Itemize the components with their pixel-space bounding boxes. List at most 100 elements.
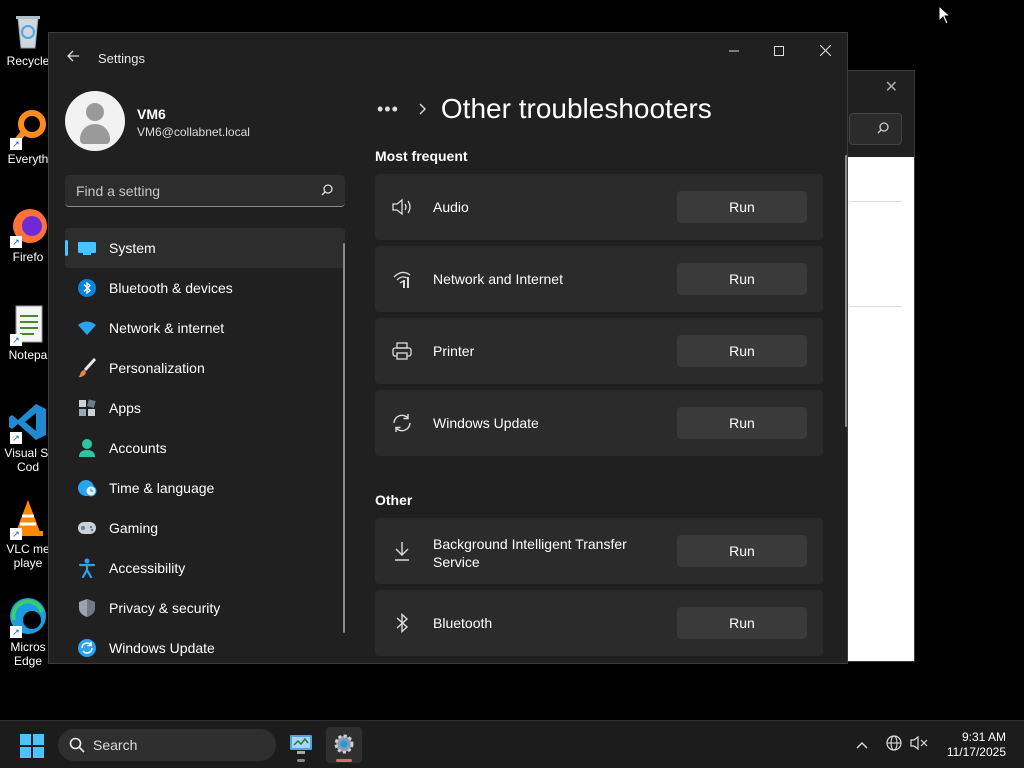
chevron-up-icon (856, 742, 868, 749)
sidebar-item-apps[interactable]: Apps (65, 388, 345, 428)
windows-update-icon (75, 638, 99, 658)
network-icon (391, 268, 413, 290)
close-icon[interactable]: ✕ (885, 77, 898, 97)
back-button[interactable] (63, 49, 83, 69)
run-windows-update-button[interactable]: Run (677, 407, 807, 439)
avatar-body-shape (80, 124, 110, 144)
shortcut-arrow-icon: ↗ (10, 626, 22, 638)
everything-search-icon: ↗ (8, 108, 48, 150)
sidebar-item-network[interactable]: Network & internet (65, 308, 345, 348)
volume-tray-button[interactable] (910, 735, 928, 753)
maximize-icon (774, 46, 784, 56)
main-content: ••• Other troubleshooters Most frequent … (375, 83, 835, 663)
taskbar-search[interactable]: Search (58, 729, 276, 761)
download-icon (391, 540, 413, 562)
sidebar-item-label: Windows Update (109, 640, 215, 656)
run-audio-button[interactable]: Run (677, 191, 807, 223)
mouse-cursor-icon (938, 5, 952, 25)
gamepad-icon (75, 518, 99, 538)
taskbar-app-settings[interactable] (326, 727, 362, 763)
sync-icon (391, 412, 413, 434)
sidebar-item-system[interactable]: System (65, 228, 345, 268)
volume-muted-icon (910, 735, 928, 751)
control-panel-icon (290, 735, 312, 754)
shortcut-arrow-icon: ↗ (10, 236, 22, 248)
sidebar-item-label: Bluetooth & devices (109, 280, 233, 296)
network-tray-button[interactable] (885, 735, 903, 753)
run-bluetooth-button[interactable]: Run (677, 607, 807, 639)
sidebar-item-accounts[interactable]: Accounts (65, 428, 345, 468)
sidebar-item-gaming[interactable]: Gaming (65, 508, 345, 548)
vscode-icon: ↗ (8, 402, 48, 444)
find-setting-search[interactable] (65, 175, 345, 207)
sidebar-item-accessibility[interactable]: Accessibility (65, 548, 345, 588)
tray-overflow-button[interactable] (853, 735, 871, 753)
sidebar-item-label: Apps (109, 400, 141, 416)
shield-icon (75, 598, 99, 618)
desktop: Recycle ↗ Everyth ↗ Firefo ↗ Notepa ↗ Vi… (0, 0, 1024, 720)
section-heading-most-frequent: Most frequent (375, 148, 468, 164)
firefox-icon: ↗ (8, 206, 48, 248)
wifi-icon (75, 318, 99, 338)
search-icon (877, 122, 889, 134)
settings-window[interactable]: Settings VM6 VM6@collabnet.local Find a … (48, 32, 848, 664)
sidebar-item-personalization[interactable]: Personalization (65, 348, 345, 388)
troubleshooter-label: Windows Update (433, 415, 539, 431)
sidebar-item-label: Privacy & security (109, 600, 221, 616)
start-button[interactable] (20, 734, 44, 758)
run-network-button[interactable]: Run (677, 263, 807, 295)
troubleshooter-label: Audio (433, 199, 469, 215)
troubleshooter-card-windows-update: Windows Update Run (375, 390, 823, 456)
sidebar-item-privacy-security[interactable]: Privacy & security (65, 588, 345, 628)
background-window-search[interactable] (849, 113, 902, 145)
minimize-button[interactable] (714, 41, 754, 61)
troubleshooter-label: Background Intelligent Transfer Service (433, 536, 627, 570)
close-icon (819, 44, 831, 57)
arrow-left-icon (67, 50, 79, 62)
search-icon (69, 737, 85, 753)
bluetooth-icon (75, 278, 99, 298)
taskbar-app-control-panel[interactable] (283, 727, 319, 763)
sidebar-item-bluetooth[interactable]: Bluetooth & devices (65, 268, 345, 308)
search-icon (321, 184, 333, 196)
taskbar-search-label: Search (93, 737, 138, 753)
sidebar-scrollbar[interactable] (343, 243, 345, 633)
accounts-icon (75, 438, 99, 458)
user-email: VM6@collabnet.local (137, 125, 250, 139)
breadcrumb-more-button[interactable]: ••• (377, 99, 399, 120)
edge-icon: ↗ (8, 596, 48, 638)
taskbar-clock[interactable]: 9:31 AM 11/17/2025 (947, 730, 1006, 760)
title-bar[interactable]: Settings (49, 33, 847, 83)
clock-time: 9:31 AM (961, 730, 1006, 744)
running-indicator (297, 759, 305, 762)
run-printer-button[interactable]: Run (677, 335, 807, 367)
sidebar-item-label: Time & language (109, 480, 215, 496)
shortcut-arrow-icon: ↗ (10, 432, 22, 444)
sidebar-nav: System Bluetooth & devices Network & int… (65, 228, 345, 663)
maximize-button[interactable] (759, 41, 799, 61)
troubleshooter-card-bits: Background Intelligent Transfer Service … (375, 518, 823, 584)
section-heading-other: Other (375, 492, 413, 508)
troubleshooter-label: Printer (433, 343, 475, 359)
sidebar-item-label: Personalization (109, 360, 205, 376)
avatar (65, 91, 125, 151)
troubleshooter-label: Bluetooth (433, 615, 493, 631)
content-scrollbar[interactable] (845, 155, 847, 427)
accessibility-icon (75, 558, 99, 578)
vlc-icon: ↗ (8, 498, 48, 540)
taskbar: Search 9:31 AM 11/17/2025 (0, 720, 1024, 768)
sidebar-item-time-language[interactable]: Time & language (65, 468, 345, 508)
globe-icon (886, 735, 902, 751)
globe-clock-icon (75, 478, 99, 498)
window-title: Settings (98, 51, 145, 66)
breadcrumb: ••• Other troubleshooters (377, 93, 712, 125)
close-button[interactable] (805, 41, 845, 61)
speaker-icon (391, 196, 413, 218)
run-bits-button[interactable]: Run (677, 535, 807, 567)
troubleshooter-card-printer: Printer Run (375, 318, 823, 384)
sidebar-item-windows-update[interactable]: Windows Update (65, 628, 345, 663)
chevron-right-icon (419, 99, 427, 120)
active-indicator (336, 759, 352, 762)
search-input[interactable] (65, 175, 315, 206)
troubleshooter-card-audio: Audio Run (375, 174, 823, 240)
